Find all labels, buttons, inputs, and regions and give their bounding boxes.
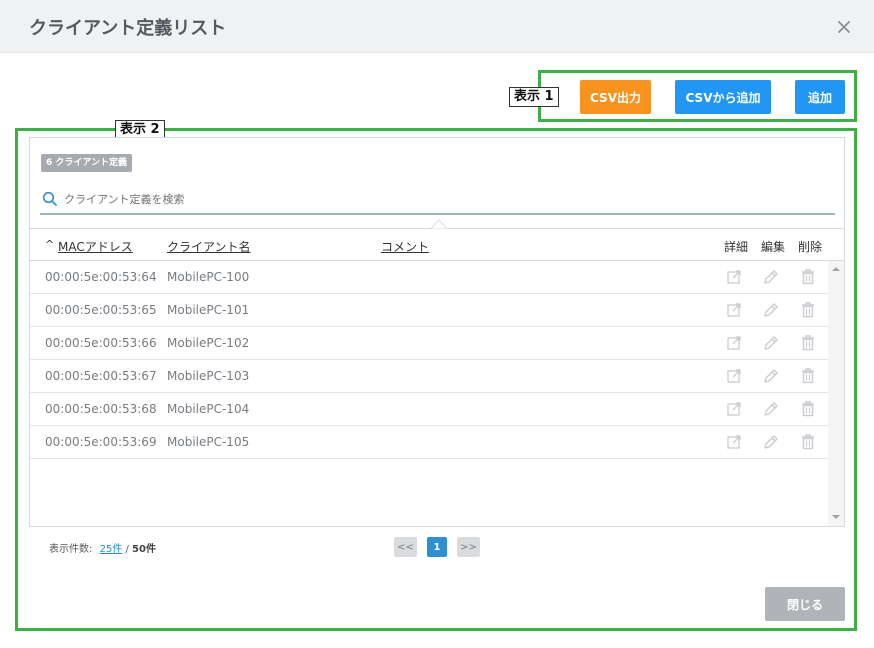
page-size-link[interactable]: 25件 (100, 544, 123, 555)
detail-icon[interactable] (724, 333, 744, 353)
mac-cell: 00:00:5e:00:53:65 (45, 303, 157, 317)
detail-icon[interactable] (724, 432, 744, 452)
delete-icon[interactable] (798, 333, 818, 353)
column-header-detail: 詳細 (724, 240, 749, 254)
client-name-cell: MobilePC-105 (167, 435, 250, 449)
csv-export-button[interactable]: CSV出力 (580, 80, 651, 114)
prev-page-button[interactable]: << (394, 537, 417, 557)
search-icon (42, 191, 58, 211)
dialog-title: クライアント定義リスト (29, 18, 227, 39)
client-name-cell: MobilePC-101 (167, 303, 250, 317)
client-name-cell: MobilePC-104 (167, 402, 250, 416)
edit-icon[interactable] (761, 366, 781, 386)
mac-cell: 00:00:5e:00:53:68 (45, 402, 157, 416)
sort-asc-icon[interactable]: ^ (45, 238, 54, 251)
vertical-scrollbar[interactable] (828, 261, 844, 526)
page-size-label: 表示件数: (49, 544, 93, 555)
next-page-button[interactable]: >> (457, 537, 480, 557)
mac-cell: 00:00:5e:00:53:64 (45, 270, 157, 284)
detail-icon[interactable] (724, 267, 744, 287)
client-name-cell: MobilePC-103 (167, 369, 250, 383)
detail-icon[interactable] (724, 366, 744, 386)
page-size-info: 表示件数: 25件 / 50件 (49, 540, 156, 555)
column-header-comment[interactable]: コメント (381, 238, 429, 255)
table-row[interactable]: 00:00:5e:00:53:64 MobilePC-100 (30, 261, 828, 294)
detail-icon[interactable] (724, 399, 744, 419)
scroll-up-icon[interactable] (831, 265, 841, 273)
close-icon[interactable] (834, 17, 854, 37)
table-header: ^ MACアドレス クライアント名 コメント 詳細 編集 削除 (30, 219, 844, 261)
client-name-cell: MobilePC-102 (167, 336, 250, 350)
column-header-mac[interactable]: MACアドレス (58, 238, 133, 255)
delete-icon[interactable] (798, 300, 818, 320)
search-input[interactable] (64, 189, 824, 209)
table-row[interactable]: 00:00:5e:00:53:69 MobilePC-105 (30, 426, 828, 459)
table-row[interactable]: 00:00:5e:00:53:68 MobilePC-104 (30, 393, 828, 426)
scroll-down-icon[interactable] (831, 513, 841, 521)
table-body: 00:00:5e:00:53:64 MobilePC-100 00:00:5e:00… (30, 261, 828, 459)
close-button[interactable]: 閉じる (765, 587, 845, 621)
client-name-cell: MobilePC-100 (167, 270, 250, 284)
edit-icon[interactable] (761, 300, 781, 320)
count-separator: / (122, 544, 133, 555)
annotation-label-1: 表示 1 (509, 87, 559, 107)
delete-icon[interactable] (798, 366, 818, 386)
edit-icon[interactable] (761, 432, 781, 452)
csv-import-button[interactable]: CSVから追加 (675, 80, 771, 114)
column-header-client[interactable]: クライアント名 (167, 238, 251, 255)
edit-icon[interactable] (761, 399, 781, 419)
search-bar (40, 186, 835, 215)
client-definition-dialog: クライアント定義リスト 表示 1 CSV出力 CSVから追加 追加 表示 2 6… (0, 0, 874, 648)
client-list-panel: 6 クライアント定義 ^ MACアドレス クライアント名 コメント 詳細 編集 … (29, 137, 845, 527)
table-row[interactable]: 00:00:5e:00:53:67 MobilePC-103 (30, 360, 828, 393)
table-row[interactable]: 00:00:5e:00:53:66 MobilePC-102 (30, 327, 828, 360)
add-button[interactable]: 追加 (795, 80, 845, 114)
header-notch (430, 219, 448, 229)
total-count: 50件 (132, 544, 156, 555)
mac-cell: 00:00:5e:00:53:69 (45, 435, 157, 449)
edit-icon[interactable] (761, 333, 781, 353)
dialog-header: クライアント定義リスト (0, 0, 874, 53)
count-badge: 6 クライアント定義 (41, 154, 133, 172)
delete-icon[interactable] (798, 432, 818, 452)
table-row[interactable]: 00:00:5e:00:53:65 MobilePC-101 (30, 294, 828, 327)
mac-cell: 00:00:5e:00:53:67 (45, 369, 157, 383)
edit-icon[interactable] (761, 267, 781, 287)
page-1-button[interactable]: 1 (427, 537, 447, 557)
column-header-edit: 編集 (761, 240, 786, 254)
detail-icon[interactable] (724, 300, 744, 320)
delete-icon[interactable] (798, 267, 818, 287)
mac-cell: 00:00:5e:00:53:66 (45, 336, 157, 350)
delete-icon[interactable] (798, 399, 818, 419)
column-header-delete: 削除 (798, 240, 823, 254)
